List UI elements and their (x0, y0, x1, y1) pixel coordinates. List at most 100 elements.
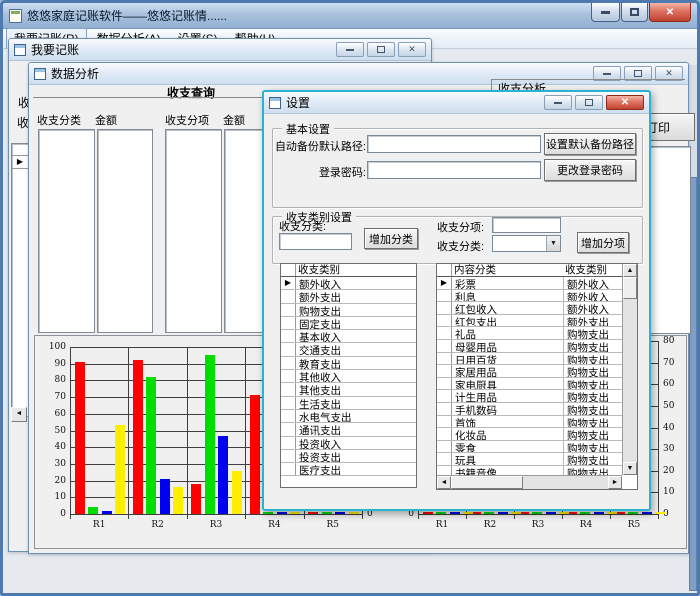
maximize-button[interactable] (367, 42, 395, 57)
table-row[interactable]: 手机数码购物支出 (437, 403, 622, 416)
table-row[interactable]: 家电厨具购物支出 (437, 378, 622, 391)
close-button[interactable]: ✕ (398, 42, 426, 57)
jizhang-title-bar[interactable]: 我要记账 ✕ (9, 39, 431, 61)
scroll-left-button[interactable]: ◄ (437, 476, 451, 489)
jizhang-caption-buttons: ✕ (333, 42, 426, 57)
table-row[interactable]: 投资支出 (281, 450, 416, 463)
caption-buttons: ✕ (590, 3, 691, 22)
table-row[interactable]: 家居用品购物支出 (437, 365, 622, 378)
grid-header[interactable]: 收支类别 (296, 264, 416, 276)
y-axis-label: 50 (37, 426, 66, 436)
minimize-button[interactable] (336, 42, 364, 57)
table-row[interactable]: 其他支出 (281, 383, 416, 396)
scroll-left-button[interactable]: ◄ (11, 407, 27, 422)
table-row[interactable]: 医疗支出 (281, 463, 416, 476)
table-row[interactable]: 交通支出 (281, 343, 416, 356)
table-row[interactable]: 投资收入 (281, 437, 416, 450)
minimize-button[interactable] (591, 3, 620, 22)
category-label: 收支分类: (279, 218, 326, 234)
table-row[interactable]: 玩具购物支出 (437, 453, 622, 466)
subitem-input[interactable] (492, 217, 561, 233)
fenxi-title: 数据分析 (51, 65, 99, 82)
column-label-category: 收支分类 (37, 112, 81, 128)
scroll-up-button[interactable]: ▲ (623, 264, 637, 277)
row-selector (437, 378, 452, 390)
table-row[interactable]: 首饰购物支出 (437, 416, 622, 429)
scrollbar-thumb[interactable] (451, 476, 523, 489)
table-row[interactable]: 母婴用品购物支出 (437, 340, 622, 353)
table-row[interactable]: 零食购物支出 (437, 441, 622, 454)
subcategory-combobox[interactable]: ▼ (492, 235, 561, 252)
x-axis-label: R3 (523, 520, 553, 530)
minimize-icon (346, 49, 354, 51)
maximize-button[interactable] (575, 95, 603, 110)
table-row[interactable]: 其他收入 (281, 370, 416, 383)
table-row[interactable]: 礼品购物支出 (437, 327, 622, 340)
table-row[interactable]: 教育支出 (281, 357, 416, 370)
subitem-cell: 计生用品 (452, 390, 563, 402)
table-row[interactable]: 红包支出额外支出 (437, 315, 622, 328)
category-cell: 购物支出 (296, 304, 416, 316)
tick-mark (245, 514, 246, 519)
grid-header[interactable]: 收支类别 (563, 264, 622, 276)
category-grid[interactable]: 收支类别 ▶额外收入额外支出购物支出固定支出基本收入交通支出教育支出其他收入其他… (280, 263, 417, 488)
row-selector (437, 403, 452, 415)
table-row[interactable]: ▶额外收入 (281, 277, 416, 290)
password-input[interactable] (367, 161, 541, 179)
table-row[interactable]: 日用百货购物支出 (437, 353, 622, 366)
table-row[interactable]: 通讯支出 (281, 423, 416, 436)
chevron-down-icon[interactable]: ▼ (546, 236, 560, 251)
category-input[interactable] (279, 233, 352, 250)
table-row[interactable]: 生活支出 (281, 397, 416, 410)
table-row[interactable]: 红包收入额外收入 (437, 302, 622, 315)
bar-green (484, 512, 494, 514)
subitem-list[interactable] (165, 129, 222, 333)
y-axis-label: 30 (663, 444, 687, 454)
maximize-button[interactable] (621, 3, 648, 22)
table-row[interactable]: 计生用品购物支出 (437, 390, 622, 403)
add-subitem-button[interactable]: 增加分项 (577, 232, 629, 253)
close-button[interactable]: ✕ (606, 95, 644, 110)
row-selector (281, 423, 296, 435)
category-cell: 生活支出 (296, 397, 416, 409)
table-row[interactable]: 化妆品购物支出 (437, 428, 622, 441)
scroll-right-button[interactable]: ► (608, 476, 622, 489)
table-row[interactable]: 水电气支出 (281, 410, 416, 423)
scrollbar-thumb[interactable] (623, 277, 637, 299)
row-selector (281, 290, 296, 302)
tab-shouzhi-chaxun[interactable]: 收支查询 (146, 84, 236, 101)
y-axis-label: 50 (663, 401, 687, 411)
table-row[interactable]: 固定支出 (281, 317, 416, 330)
category-cell: 购物支出 (563, 416, 622, 428)
grid-header[interactable]: 内容分类 (452, 264, 563, 276)
close-button[interactable]: ✕ (649, 3, 691, 22)
scroll-down-button[interactable]: ▼ (623, 462, 637, 475)
category-cell: 投资支出 (296, 450, 416, 462)
subitem-cell: 首饰 (452, 416, 563, 428)
minimize-button[interactable] (544, 95, 572, 110)
row-selector (281, 463, 296, 475)
settings-title-bar[interactable]: 设置 ✕ (264, 92, 649, 114)
table-row[interactable]: 购物支出 (281, 304, 416, 317)
category-cell: 医疗支出 (296, 463, 416, 475)
amount-list[interactable] (97, 129, 153, 333)
y-axis-label: 80 (37, 375, 66, 385)
subitem-grid[interactable]: 内容分类 收支类别 ▶彩票额外收入利息额外收入红包收入额外收入红包支出额外支出礼… (436, 263, 638, 490)
bar-blue (218, 436, 228, 514)
table-row[interactable]: 额外支出 (281, 290, 416, 303)
change-password-button[interactable]: 更改登录密码 (544, 159, 636, 181)
row-marker-icon: ▶ (12, 156, 28, 169)
fenxi-title-bar[interactable]: 数据分析 ✕ (29, 63, 688, 85)
axis-line (70, 347, 71, 514)
table-row[interactable]: 基本收入 (281, 330, 416, 343)
horizontal-scrollbar[interactable]: ◄ ► (437, 475, 622, 489)
table-row[interactable]: 利息额外收入 (437, 290, 622, 303)
set-backup-path-button[interactable]: 设置默认备份路径 (544, 133, 636, 155)
table-row[interactable]: ▶彩票额外收入 (437, 277, 622, 290)
add-category-button[interactable]: 增加分类 (364, 228, 418, 249)
category-list[interactable] (38, 129, 95, 333)
vertical-scrollbar[interactable]: ▲ ▼ (622, 264, 637, 475)
clipped-grid: ▶ (11, 143, 29, 417)
jizhang-title: 我要记账 (31, 41, 79, 58)
backup-path-input[interactable] (367, 135, 541, 153)
